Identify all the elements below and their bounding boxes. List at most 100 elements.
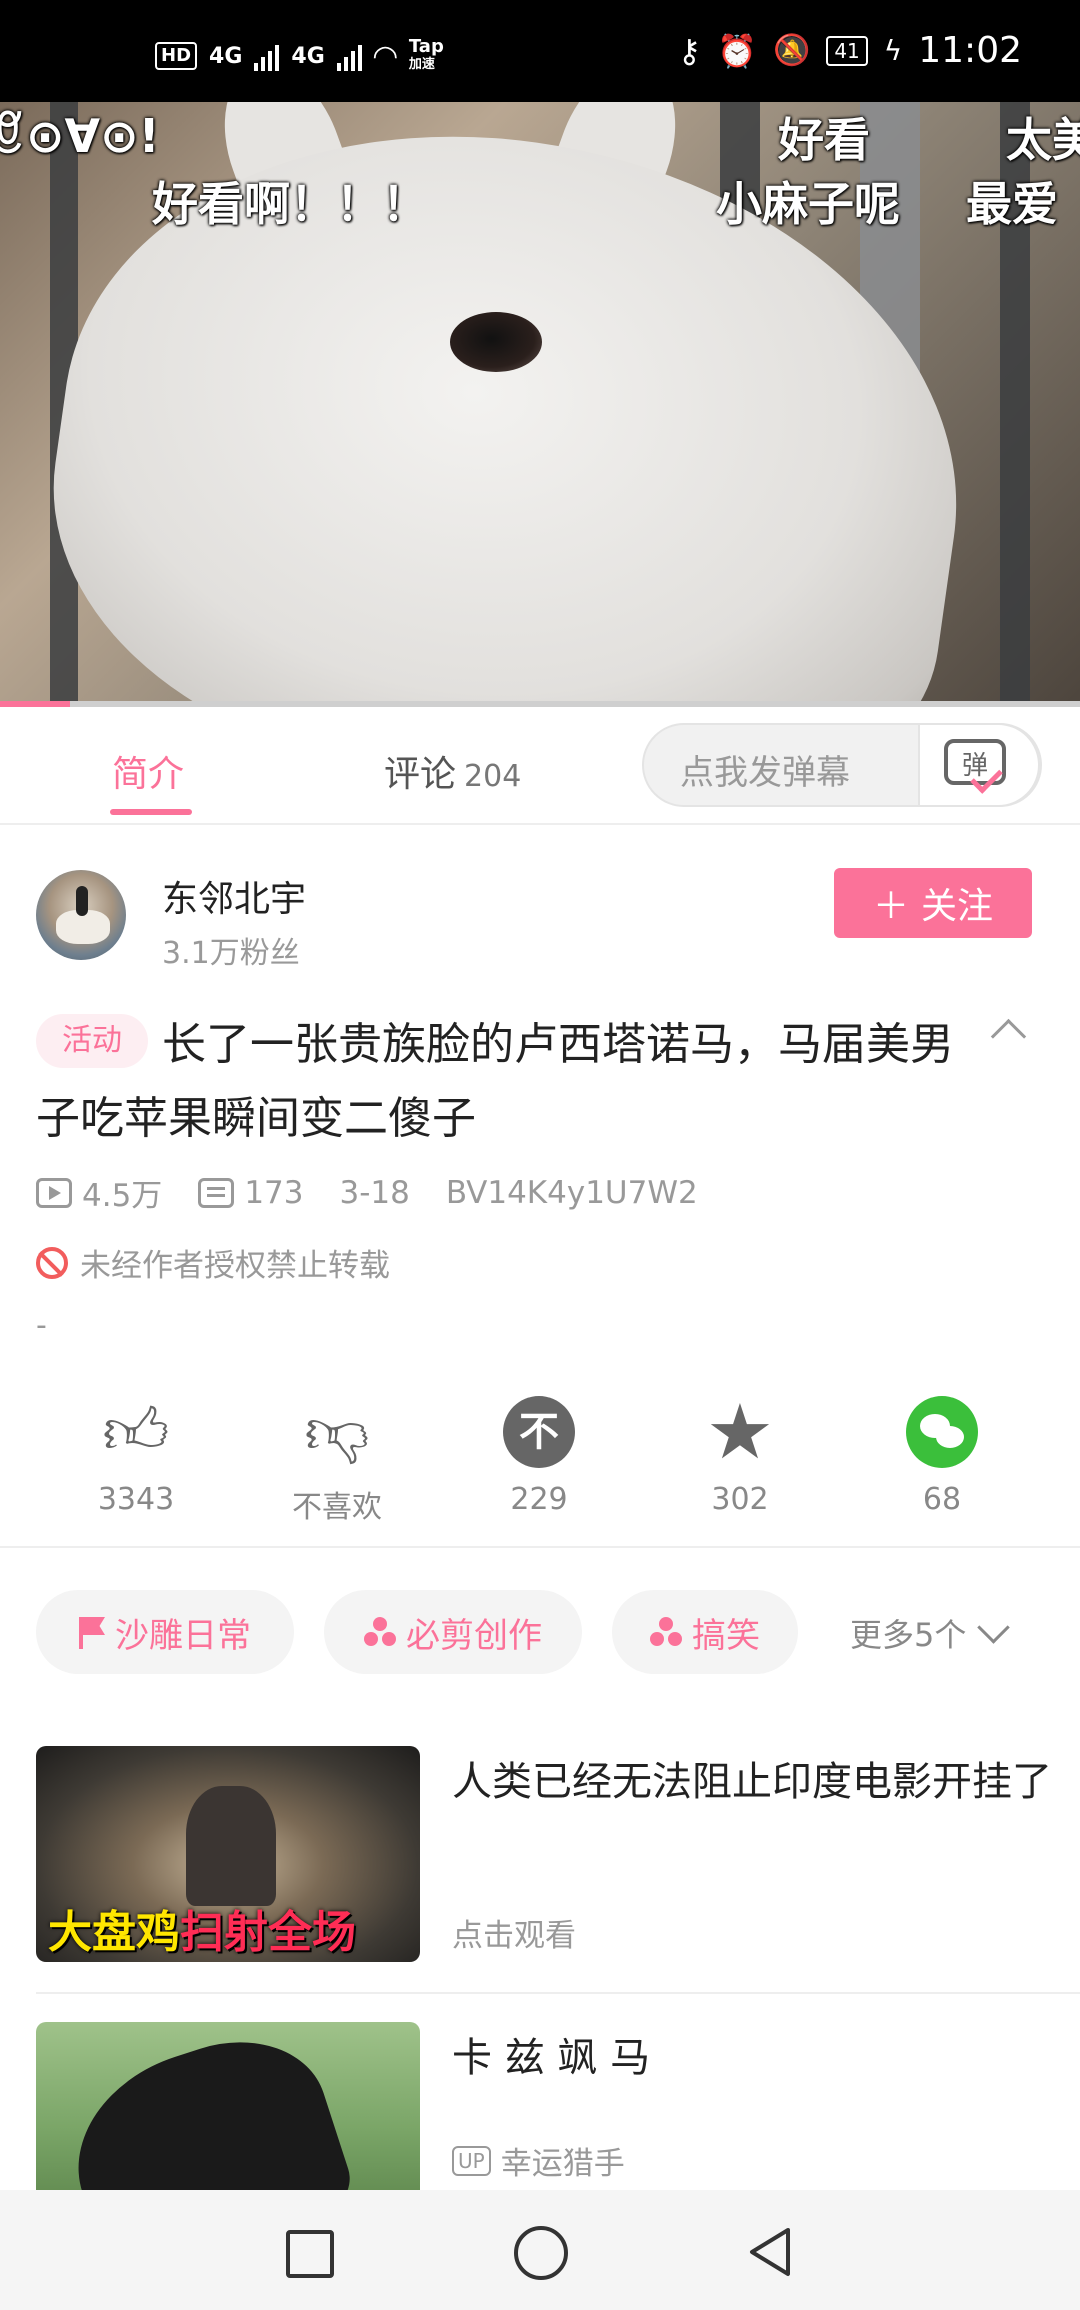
like-count: 3343 xyxy=(97,1482,175,1517)
tab-intro[interactable]: 简介 xyxy=(112,745,184,797)
rec-title: 人类已经无法阻止印度电影开挂了 xyxy=(452,1759,1052,1805)
danmaku-placeholder: 点我发弹幕 xyxy=(680,753,850,793)
more-tags-label: 更多5个 xyxy=(850,1616,967,1654)
tag-label: 搞笑 xyxy=(692,1615,760,1656)
tap-sub-label: 加速 xyxy=(408,57,435,72)
like-button[interactable]: 👍︎ 3343 xyxy=(61,1396,211,1517)
thumbnail-caption: 大盘鸡扫射全场 xyxy=(48,1896,356,1960)
bvid: BV14K4y1U7W2 xyxy=(445,1174,698,1211)
tab-active-indicator xyxy=(110,809,192,815)
favorite-count: 302 xyxy=(711,1482,769,1517)
tap-accelerator: Tap 加速 xyxy=(409,38,444,74)
avatar-rider xyxy=(76,886,88,916)
dislike-button[interactable]: 👎︎ 不喜欢 xyxy=(262,1396,412,1526)
tag-pill[interactable]: 必剪创作 xyxy=(324,1590,582,1674)
danmaku-toggle-button[interactable]: 弹 xyxy=(918,723,1040,807)
tab-bar: 简介 评论 204 点我发弹幕 弹 xyxy=(0,707,1080,825)
rec-subtitle: 点击观看 xyxy=(452,1910,576,1955)
activity-tag[interactable]: 活动 xyxy=(36,1014,148,1068)
status-left: HD 4G 4G ◠ Tap 加速 xyxy=(155,38,444,74)
thumbnail-caption-yellow: 大盘鸡 xyxy=(48,1907,180,1958)
home-button[interactable] xyxy=(514,2226,568,2280)
tag-pill[interactable]: 沙雕日常 xyxy=(36,1590,294,1674)
tab-comments-label: 评论 xyxy=(384,754,457,795)
avatar[interactable] xyxy=(36,870,126,960)
share-count: 68 xyxy=(922,1482,962,1517)
uploader-name[interactable]: 东邻北宇 xyxy=(162,870,306,922)
recommended-video[interactable]: 大盘鸡扫射全场 人类已经无法阻止印度电影开挂了 点击观看 xyxy=(36,1746,1052,1962)
plus-icon: ＋ xyxy=(872,886,909,927)
danmaku-text: 最爱 xyxy=(966,177,1058,231)
up-badge: UP xyxy=(452,2145,491,2176)
chevron-up-icon[interactable] xyxy=(990,1018,1027,1055)
tag-pill[interactable]: 搞笑 xyxy=(612,1590,798,1674)
chevron-down-icon xyxy=(977,1610,1011,1644)
flag-icon xyxy=(79,1617,105,1649)
danmaku-text: 好看 xyxy=(778,113,870,167)
fans-count: 3.1万粉丝 xyxy=(162,936,300,971)
hd-badge: HD xyxy=(155,42,198,70)
creation-icon xyxy=(650,1617,682,1647)
dislike-label: 不喜欢 xyxy=(292,1490,382,1525)
alarm-icon: ⏰ xyxy=(717,31,757,70)
coin-button[interactable]: 不 229 xyxy=(464,1396,614,1517)
copyright-notice: 未经作者授权禁止转载 xyxy=(36,1240,390,1285)
video-thumbnail: 大盘鸡扫射全场 xyxy=(36,1746,420,1962)
battery-icon: 41 xyxy=(826,35,868,66)
creation-icon xyxy=(364,1617,396,1647)
thumbnail-figure xyxy=(186,1786,276,1906)
video-description: - xyxy=(36,1308,47,1343)
danmaku-text: 小麻子呢 xyxy=(716,177,900,231)
danmaku-count: 173 xyxy=(244,1174,304,1211)
tab-comments[interactable]: 评论 204 xyxy=(384,745,521,797)
video-title: 长了一张贵族脸的卢西塔诺马，马届美男子吃苹果瞬间变二傻子 xyxy=(36,1019,954,1144)
follow-label: 关注 xyxy=(921,886,994,927)
coin-count: 229 xyxy=(510,1482,568,1517)
publish-date: 3-18 xyxy=(339,1174,410,1211)
tag-label: 沙雕日常 xyxy=(115,1615,251,1656)
follow-button[interactable]: ＋ 关注 xyxy=(834,868,1032,938)
copyright-text: 未经作者授权禁止转载 xyxy=(80,1248,390,1284)
rec-title: 卡 兹 飒 马 xyxy=(452,2035,651,2081)
sim1-label: 4G xyxy=(209,43,243,69)
sim2-label: 4G xyxy=(291,43,325,69)
charging-icon: ϟ xyxy=(883,34,903,67)
video-meta: 4.5万 173 3-18 BV14K4y1U7W2 xyxy=(36,1170,698,1215)
mute-icon: 🔕 xyxy=(772,33,811,68)
favorite-icon: ★ xyxy=(705,1387,775,1476)
divider xyxy=(36,1992,1080,1994)
signal-icon xyxy=(254,41,280,71)
back-button[interactable] xyxy=(746,2226,794,2278)
signal-icon-2 xyxy=(336,41,362,71)
danmaku-input[interactable]: 点我发弹幕 弹 xyxy=(642,723,1042,807)
danmaku-text: ꆚ⊙∀⊙! xyxy=(0,109,160,163)
action-bar: 👍︎ 3343 👎︎ 不喜欢 不 229 ★ 302 68 xyxy=(0,1386,1080,1548)
view-count: 4.5万 xyxy=(82,1178,163,1214)
clock: 11:02 xyxy=(918,30,1022,71)
recents-button[interactable] xyxy=(286,2230,334,2278)
favorite-button[interactable]: ★ 302 xyxy=(665,1387,815,1518)
forbidden-icon xyxy=(36,1246,68,1279)
key-icon: ⚷ xyxy=(677,31,702,70)
danmaku-text: 好看啊！！！ xyxy=(152,177,428,231)
wifi-icon: ◠ xyxy=(373,38,397,74)
wechat-share-icon xyxy=(906,1396,978,1468)
video-player[interactable]: ꆚ⊙∀⊙! 好看 太美 好看啊！！！ 小麻子呢 最爱 xyxy=(0,102,1080,707)
danmaku-text: 太美 xyxy=(1006,113,1080,167)
share-button[interactable]: 68 xyxy=(867,1396,1017,1517)
dislike-icon: 👎︎ xyxy=(304,1395,370,1469)
coin-icon: 不 xyxy=(503,1396,575,1468)
rec-subtitle-text: 点击观看 xyxy=(452,1918,576,1954)
tag-label: 必剪创作 xyxy=(406,1615,542,1656)
status-bar: HD 4G 4G ◠ Tap 加速 ⚷ ⏰ 🔕 41 ϟ 11:02 xyxy=(0,0,1080,102)
rec-uploader: UP 幸运猎手 xyxy=(452,2138,625,2183)
system-nav-bar xyxy=(0,2190,1080,2310)
like-icon: 👍︎ xyxy=(102,1395,170,1469)
play-count-icon xyxy=(36,1177,72,1208)
video-title-block: 活动 长了一张贵族脸的卢西塔诺马，马届美男子吃苹果瞬间变二傻子 xyxy=(36,1008,986,1156)
more-tags-button[interactable]: 更多5个 xyxy=(850,1610,1011,1656)
comments-count: 204 xyxy=(464,759,522,794)
tap-label: Tap xyxy=(408,36,444,57)
status-right: ⚷ ⏰ 🔕 41 ϟ 11:02 xyxy=(678,30,1022,71)
rec-uploader-name: 幸运猎手 xyxy=(500,2146,625,2182)
